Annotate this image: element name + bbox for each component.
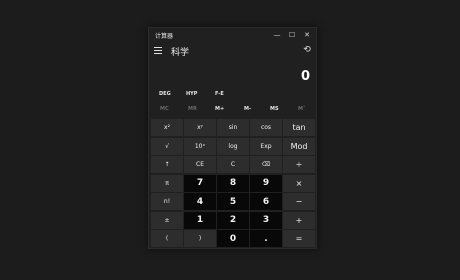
angle-unit-button[interactable]: DEG: [159, 91, 171, 97]
key-1-1[interactable]: 10ˣ: [184, 137, 216, 155]
key-4-1[interactable]: 4: [184, 193, 216, 210]
key-1-4[interactable]: Mod: [283, 137, 315, 155]
key-6-3[interactable]: .: [250, 230, 282, 247]
key-0-3[interactable]: cos: [250, 119, 282, 136]
maximize-button[interactable]: ☐: [285, 29, 299, 41]
memory-button-2[interactable]: M+: [215, 106, 224, 112]
key-4-3[interactable]: 6: [250, 193, 282, 210]
key-6-1[interactable]: ): [184, 230, 216, 247]
key-5-3[interactable]: 3: [250, 211, 282, 229]
key-6-4[interactable]: =: [283, 230, 315, 247]
key-4-2[interactable]: 5: [217, 193, 249, 210]
header: 科学 ⟲: [149, 43, 316, 59]
minimize-button[interactable]: —: [270, 29, 284, 41]
app-title: 计算器: [155, 33, 174, 40]
memory-row: MC MR M+ M- MS M˅: [149, 106, 316, 116]
key-3-2[interactable]: 8: [217, 174, 249, 192]
key-2-1[interactable]: CE: [184, 156, 216, 173]
key-0-0[interactable]: x²: [151, 119, 183, 136]
key-5-0[interactable]: ±: [151, 211, 183, 229]
key-2-4[interactable]: ÷: [283, 156, 315, 173]
key-0-4[interactable]: tan: [283, 119, 315, 136]
key-6-2[interactable]: 0: [217, 230, 249, 247]
key-1-0[interactable]: √: [151, 137, 183, 155]
memory-button-3[interactable]: M-: [244, 106, 251, 112]
hamburger-menu-icon[interactable]: [154, 47, 162, 54]
key-4-4[interactable]: −: [283, 193, 315, 210]
title-bar[interactable]: 计算器 — ☐ ✕: [149, 28, 316, 42]
key-2-3[interactable]: ⌫: [250, 156, 282, 173]
key-5-2[interactable]: 2: [217, 211, 249, 229]
key-3-4[interactable]: ×: [283, 174, 315, 192]
memory-button-1: MR: [188, 106, 197, 112]
key-3-0[interactable]: π: [151, 174, 183, 192]
history-icon[interactable]: ⟲: [302, 45, 312, 55]
key-4-0[interactable]: n!: [151, 193, 183, 210]
key-5-4[interactable]: +: [283, 211, 315, 229]
hyperbolic-button[interactable]: HYP: [186, 91, 197, 97]
memory-button-0: MC: [160, 106, 169, 112]
key-1-2[interactable]: log: [217, 137, 249, 155]
mode-row: DEG HYP F-E: [149, 91, 316, 103]
key-3-1[interactable]: 7: [184, 174, 216, 192]
mode-title: 科学: [171, 48, 190, 58]
calculator-window: 计算器 — ☐ ✕ 科学 ⟲ 0 DEG HYP F-E MC MR M+ M- MS M…: [148, 27, 317, 249]
close-button[interactable]: ✕: [300, 29, 314, 41]
memory-button-4[interactable]: MS: [270, 106, 279, 112]
key-0-1[interactable]: xʸ: [184, 119, 216, 136]
result-display: 0: [300, 69, 310, 84]
key-3-3[interactable]: 9: [250, 174, 282, 192]
key-2-2[interactable]: C: [217, 156, 249, 173]
key-1-3[interactable]: Exp: [250, 137, 282, 155]
key-6-0[interactable]: (: [151, 230, 183, 247]
memory-button-5: M˅: [298, 106, 306, 112]
key-0-2[interactable]: sin: [217, 119, 249, 136]
key-2-0[interactable]: ↑: [151, 156, 183, 173]
scientific-notation-button[interactable]: F-E: [215, 91, 224, 97]
key-5-1[interactable]: 1: [184, 211, 216, 229]
